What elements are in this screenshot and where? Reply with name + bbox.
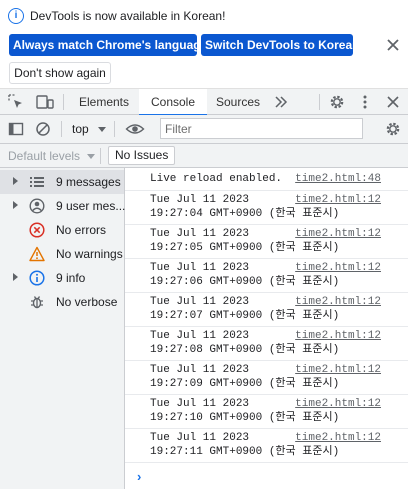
- user-icon: [29, 198, 45, 214]
- message-time: 19:27:11 GMT+0900 (한국 표준시): [150, 446, 340, 458]
- message-time: 19:27:08 GMT+0900 (한국 표준시): [150, 344, 340, 356]
- message-date: Tue Jul 11 2023: [150, 432, 250, 444]
- sidebar-item-label: No errors: [56, 223, 107, 237]
- console-message: Tue Jul 11 2023 time2.html:12 19:27:07 G…: [125, 293, 408, 327]
- info-icon: i: [8, 8, 24, 24]
- message-date: Tue Jul 11 2023: [150, 364, 250, 376]
- console-messages: Live reload enabled. time2.html:48 Tue J…: [125, 168, 408, 489]
- sidebar-item-messages[interactable]: 9 messages: [0, 170, 124, 194]
- context-selector[interactable]: top: [72, 121, 89, 137]
- source-link[interactable]: time2.html:12: [295, 363, 381, 377]
- message-date: Tue Jul 11 2023: [150, 194, 250, 206]
- default-levels-label: Default levels: [8, 149, 81, 163]
- close-icon[interactable]: [384, 36, 402, 54]
- source-link[interactable]: time2.html:12: [295, 227, 381, 241]
- divider: [61, 121, 62, 137]
- always-match-language-button[interactable]: Always match Chrome's language: [9, 34, 207, 56]
- device-toolbar-icon[interactable]: [36, 94, 54, 110]
- source-link[interactable]: time2.html:12: [295, 295, 381, 309]
- tab-console[interactable]: Console: [139, 89, 207, 116]
- switch-to-korean-button[interactable]: Switch DevTools to Korean: [201, 34, 359, 56]
- list-icon: [29, 174, 45, 190]
- console-message: Live reload enabled. time2.html:48: [125, 168, 408, 191]
- divider: [100, 148, 101, 164]
- infobar-message: DevTools is now available in Korean!: [30, 9, 226, 23]
- language-infobar: i DevTools is now available in Korean! A…: [0, 0, 408, 88]
- sidebar-item-label: 9 user mes...: [56, 199, 126, 213]
- message-time: 19:27:10 GMT+0900 (한국 표준시): [150, 412, 340, 424]
- tab-sources[interactable]: Sources: [207, 89, 269, 115]
- console-message: Tue Jul 11 2023 time2.html:12 19:27:09 G…: [125, 361, 408, 395]
- message-time: 19:27:07 GMT+0900 (한국 표준시): [150, 310, 340, 322]
- source-link[interactable]: time2.html:12: [295, 193, 381, 207]
- divider: [63, 94, 64, 110]
- tab-elements[interactable]: Elements: [71, 89, 137, 115]
- console-message: Tue Jul 11 2023 time2.html:12 19:27:08 G…: [125, 327, 408, 361]
- message-date: Tue Jul 11 2023: [150, 330, 250, 342]
- issues-button[interactable]: No Issues: [108, 146, 176, 165]
- sidebar-item-label: No verbose: [56, 295, 118, 309]
- source-link[interactable]: time2.html:48: [295, 172, 381, 186]
- clear-console-icon[interactable]: [35, 121, 51, 137]
- sidebar-item-info[interactable]: 9 info: [0, 266, 124, 290]
- prompt-chevron-icon: ›: [137, 469, 142, 484]
- filter-input[interactable]: [160, 118, 363, 139]
- more-tabs-icon[interactable]: [273, 94, 289, 110]
- console-prompt-row[interactable]: ›: [125, 468, 408, 488]
- chevron-down-icon: [87, 154, 96, 160]
- inspect-element-icon[interactable]: [8, 94, 24, 110]
- log-levels-bar: Default levels No Issues: [0, 144, 408, 168]
- bug-icon: [29, 294, 45, 310]
- error-icon: [29, 222, 45, 238]
- sidebar-item-verbose[interactable]: No verbose: [0, 290, 124, 314]
- sidebar-item-errors[interactable]: No errors: [0, 218, 124, 242]
- message-time: 19:27:05 GMT+0900 (한국 표준시): [150, 242, 340, 254]
- console-message: Tue Jul 11 2023 time2.html:12 19:27:05 G…: [125, 225, 408, 259]
- message-date: Tue Jul 11 2023: [150, 262, 250, 274]
- sidebar-item-warnings[interactable]: No warnings: [0, 242, 124, 266]
- divider: [114, 121, 115, 137]
- settings-gear-icon[interactable]: [329, 94, 345, 110]
- chevron-right-icon[interactable]: [13, 177, 18, 185]
- dont-show-again-button[interactable]: Don't show again: [9, 62, 111, 84]
- console-toolbar: top: [0, 115, 408, 144]
- chevron-down-icon[interactable]: [98, 127, 106, 132]
- info-icon: [29, 270, 45, 286]
- sidebar-toggle-icon[interactable]: [8, 121, 24, 137]
- sidebar-item-user-messages[interactable]: 9 user mes...: [0, 194, 126, 218]
- message-time: 19:27:06 GMT+0900 (한국 표준시): [150, 276, 340, 288]
- message-date: Tue Jul 11 2023: [150, 398, 250, 410]
- console-message: Tue Jul 11 2023 time2.html:12 19:27:10 G…: [125, 395, 408, 429]
- message-time: 19:27:09 GMT+0900 (한국 표준시): [150, 378, 340, 390]
- divider: [319, 94, 320, 110]
- console-settings-gear-icon[interactable]: [385, 121, 401, 137]
- default-levels-dropdown[interactable]: Default levels: [8, 148, 96, 164]
- message-date: Tue Jul 11 2023: [150, 228, 250, 240]
- source-link[interactable]: time2.html:12: [295, 431, 381, 445]
- console-message: Tue Jul 11 2023 time2.html:12 19:27:06 G…: [125, 259, 408, 293]
- devtools-tab-bar: Elements Console Sources: [0, 88, 408, 116]
- message-time: 19:27:04 GMT+0900 (한국 표준시): [150, 208, 340, 220]
- close-devtools-icon[interactable]: [385, 94, 401, 110]
- console-message: Tue Jul 11 2023 time2.html:12 19:27:04 G…: [125, 191, 408, 225]
- message-text: Live reload enabled.: [150, 173, 283, 185]
- sidebar-item-label: 9 info: [56, 271, 86, 285]
- source-link[interactable]: time2.html:12: [295, 329, 381, 343]
- console-sidebar: 9 messages 9 user mes... No errors No wa…: [0, 168, 125, 489]
- warning-icon: [29, 246, 45, 262]
- more-options-icon[interactable]: [357, 94, 373, 110]
- source-link[interactable]: time2.html:12: [295, 397, 381, 411]
- message-date: Tue Jul 11 2023: [150, 296, 250, 308]
- sidebar-item-label: No warnings: [56, 247, 123, 261]
- source-link[interactable]: time2.html:12: [295, 261, 381, 275]
- chevron-right-icon[interactable]: [13, 201, 18, 209]
- chevron-right-icon[interactable]: [13, 273, 18, 281]
- console-message: Tue Jul 11 2023 time2.html:12 19:27:11 G…: [125, 429, 408, 463]
- eye-icon[interactable]: [125, 121, 145, 137]
- sidebar-item-label: 9 messages: [56, 175, 121, 189]
